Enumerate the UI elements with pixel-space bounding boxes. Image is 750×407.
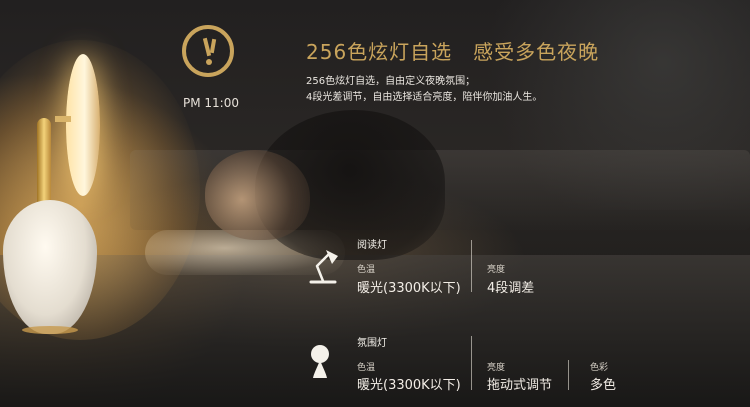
ambient-spec-value-brightness: 拖动式调节 bbox=[487, 378, 553, 393]
mode-name-reading: 阅读灯 bbox=[357, 240, 387, 251]
product-banner: PM 11:00 256色炫灯自选 感受多色夜晚 256色炫灯自选，自由定义夜晚… bbox=[0, 0, 750, 407]
reading-spec-value-color-temp: 暖光(3300K以下) bbox=[357, 281, 461, 296]
lamp-base bbox=[22, 326, 78, 334]
reading-spec-value-brightness: 4段调差 bbox=[487, 281, 535, 296]
reading-spec-label-brightness: 亮度 bbox=[487, 265, 506, 275]
divider bbox=[471, 336, 472, 390]
divider bbox=[568, 360, 569, 390]
ambient-spec-label-brightness: 亮度 bbox=[487, 363, 506, 373]
lamp-arm bbox=[55, 116, 71, 122]
description-line-2: 4段光差调节，自由选择适合亮度，陪伴你加油人生。 bbox=[306, 92, 543, 103]
headline: 256色炫灯自选 感受多色夜晚 bbox=[306, 40, 600, 64]
clock-icon bbox=[182, 25, 234, 77]
clock-center-dot bbox=[206, 59, 212, 65]
clock-time: PM 11:00 bbox=[183, 96, 239, 110]
mood-lamp-icon bbox=[311, 345, 329, 378]
clock-minute-hand bbox=[209, 38, 217, 54]
desk-lamp-icon bbox=[309, 250, 338, 284]
ambient-spec-label-color: 色彩 bbox=[590, 363, 609, 373]
mode-name-ambient: 氛围灯 bbox=[357, 338, 387, 349]
ambient-spec-label-color-temp: 色温 bbox=[357, 363, 376, 373]
divider bbox=[471, 240, 472, 292]
sleeper-face bbox=[205, 150, 310, 240]
description-line-1: 256色炫灯自选，自由定义夜晚氛围； bbox=[306, 76, 476, 87]
ambient-spec-value-color-temp: 暖光(3300K以下) bbox=[357, 378, 461, 393]
lamp-light-disc bbox=[66, 54, 100, 196]
ambient-spec-value-color: 多色 bbox=[590, 378, 617, 393]
reading-spec-label-color-temp: 色温 bbox=[357, 265, 376, 275]
